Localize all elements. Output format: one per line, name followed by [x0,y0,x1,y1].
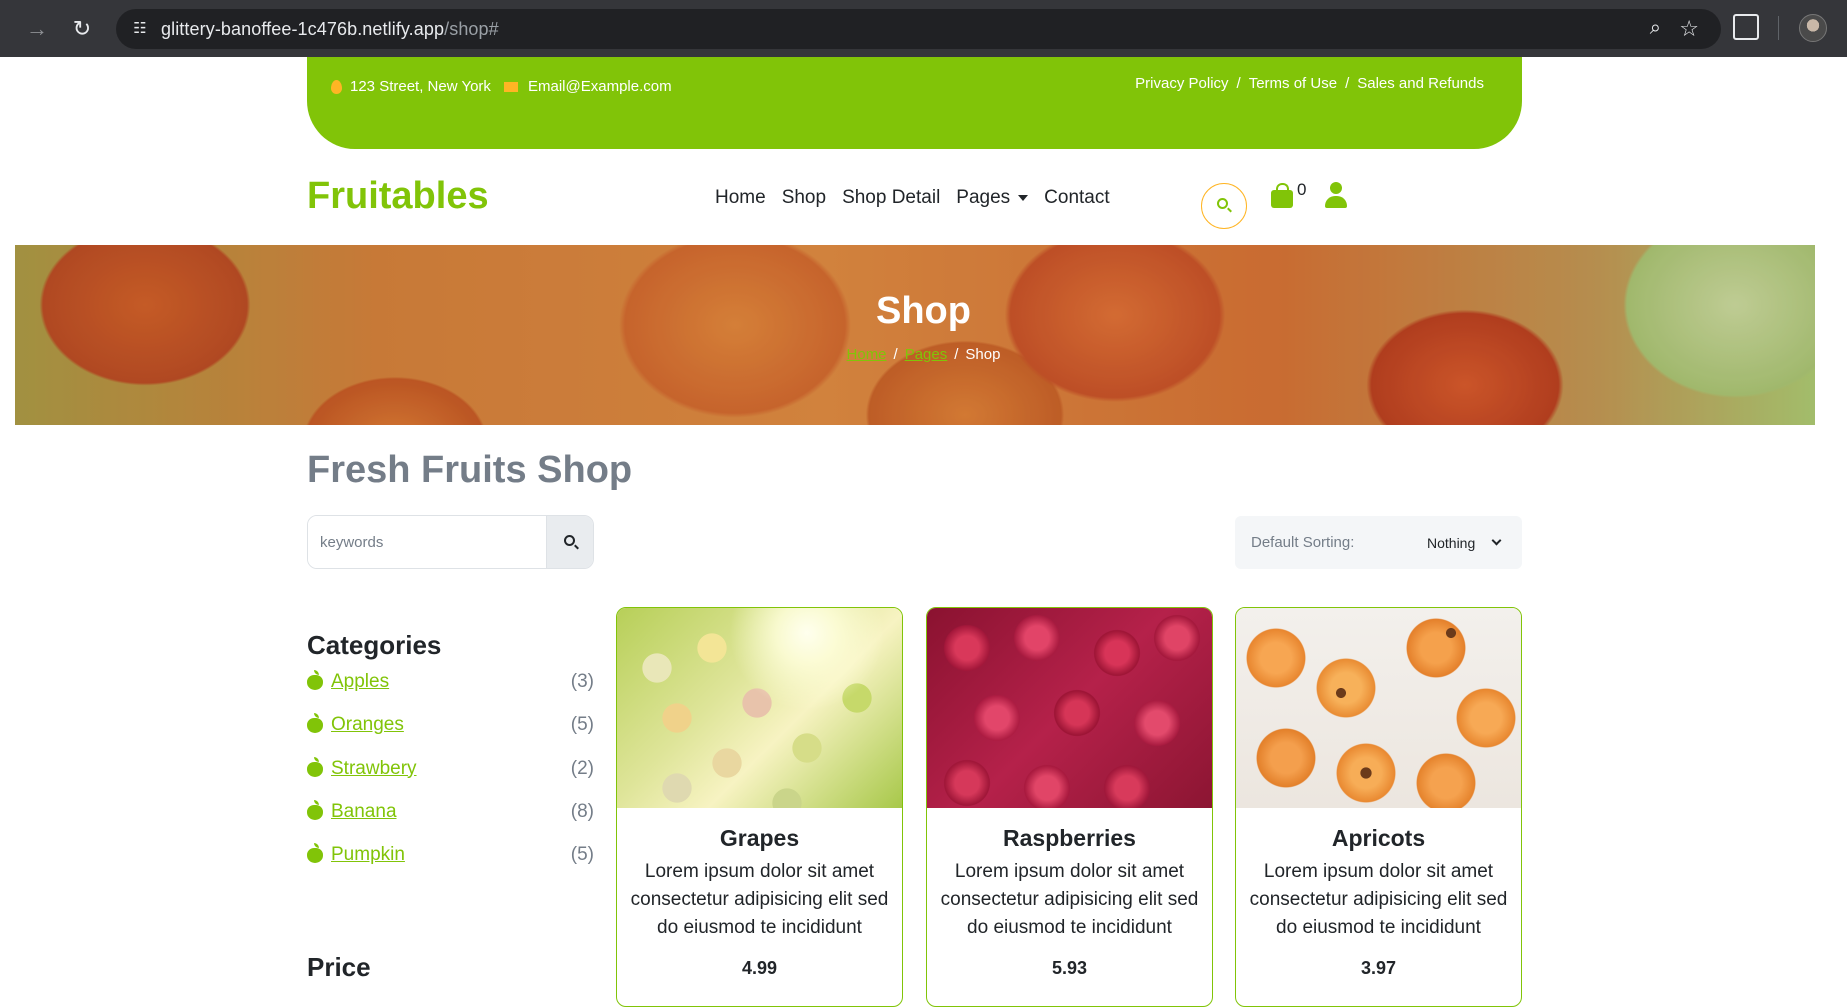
product-price: 4.99 [741,958,778,978]
product-image-grapes[interactable] [617,608,902,808]
apple-icon [307,756,323,777]
search-button[interactable] [1201,183,1247,229]
email-text: Email@Example.com [528,78,672,95]
reload-icon[interactable]: ↻ [67,14,97,44]
product-description: Lorem ipsum dolor sit amet consectetur a… [630,861,889,938]
breadcrumb-separator: / [893,346,898,363]
product-name: Grapes [719,825,800,851]
browser-toolbar: → ↻ ☷ glittery-banoffee-1c476b.netlify.a… [0,0,1847,57]
category-link[interactable]: Oranges [331,714,404,736]
profile-avatar[interactable] [1799,14,1827,42]
category-item-oranges: Oranges (5) [307,713,594,757]
category-count: (3) [570,671,594,692]
nav-pages-dropdown[interactable]: Pages [956,187,1029,209]
breadcrumb-home[interactable]: Home [847,346,887,363]
breadcrumb-pages[interactable]: Pages [905,346,948,363]
address-bar[interactable]: ☷ glittery-banoffee-1c476b.netlify.app/s… [116,9,1721,49]
keyword-search-input[interactable] [308,516,548,568]
address-text: 123 Street, New York [350,78,491,95]
nav-pages-label: Pages [956,187,1011,208]
category-count: (8) [570,800,594,822]
breadcrumb-separator: / [954,346,959,363]
chevron-down-icon [1491,535,1502,546]
envelope-icon [504,81,518,92]
zoom-icon[interactable]: ⌕ [1650,17,1661,40]
categories-heading: Categories [307,630,442,660]
cart-count: 0 [1297,180,1307,199]
category-link[interactable]: Apples [331,671,389,693]
breadcrumb: Home / Pages / Shop [0,346,1847,363]
search-icon [1217,198,1228,209]
category-link[interactable]: Pumpkin [331,844,405,866]
category-item-banana: Banana (8) [307,799,594,844]
link-separator: / [1345,75,1350,92]
privacy-policy-link[interactable]: Privacy Policy [1135,75,1228,92]
apple-icon [307,713,323,734]
nav-contact[interactable]: Contact [1044,187,1109,209]
category-link[interactable]: Strawbery [331,758,417,780]
user-icon-head [1330,182,1342,194]
category-item-pumpkin: Pumpkin (5) [307,843,594,887]
product-description: Lorem ipsum dolor sit amet consectetur a… [940,861,1199,938]
forward-arrow-icon[interactable]: → [22,14,52,44]
nav-home[interactable]: Home [715,187,766,209]
nav-shop-detail[interactable]: Shop Detail [842,187,940,209]
search-icon [564,535,575,546]
map-pin-icon [331,79,342,94]
price-heading: Price [307,952,371,982]
url-text: glittery-banoffee-1c476b.netlify.app/sho… [161,19,499,39]
apple-icon [307,799,323,820]
sorting-select[interactable]: Default Sorting: Nothing [1235,516,1522,569]
category-item-apples: Apples (3) [307,670,594,714]
product-image-apricots[interactable] [1236,608,1521,808]
category-count: (2) [570,757,594,779]
breadcrumb-current: Shop [965,346,1001,363]
hero-title: Shop [876,290,971,332]
bookmark-star-icon[interactable]: ☆ [1679,16,1699,42]
user-icon[interactable] [1324,182,1348,210]
caret-down-icon [1018,194,1029,201]
topbar-links: Privacy Policy / Terms of Use / Sales an… [1135,75,1484,92]
sales-refunds-link[interactable]: Sales and Refunds [1357,75,1484,92]
product-name: Raspberries [1003,825,1136,851]
main-nav: Home Shop Shop Detail Pages Contact [715,187,1110,209]
site-info-icon[interactable]: ☷ [130,19,150,39]
product-card[interactable]: Raspberries Lorem ipsum dolor sit amet c… [926,607,1213,1007]
category-link[interactable]: Banana [331,801,397,823]
category-count: (5) [570,714,594,736]
brand-logo[interactable]: Fruitables [307,175,489,218]
terms-of-use-link[interactable]: Terms of Use [1249,75,1337,92]
apple-icon [307,670,323,690]
product-image-raspberries[interactable] [927,608,1212,808]
hero-banner-image [15,245,1815,425]
toolbar-divider [1778,16,1779,40]
user-icon-body [1325,196,1347,208]
apple-icon [307,843,323,864]
product-price: 3.97 [1360,958,1397,978]
topbar-email: Email@Example.com [504,78,672,95]
shopping-bag-icon[interactable] [1271,183,1293,208]
link-separator: / [1236,75,1241,92]
product-card[interactable]: Grapes Lorem ipsum dolor sit amet consec… [616,607,903,1007]
sorting-label: Default Sorting: [1251,534,1355,551]
sorting-value[interactable]: Nothing [1427,535,1475,551]
category-count: (5) [570,844,594,866]
category-item-strawbery: Strawbery (2) [307,756,594,801]
extensions-icon[interactable] [1733,14,1759,40]
nav-shop[interactable]: Shop [782,187,826,209]
top-info-bar: 123 Street, New York Email@Example.com P… [307,57,1522,149]
page-title: Fresh Fruits Shop [307,449,633,491]
keyword-search [307,515,594,569]
product-name: Apricots [1331,825,1426,851]
category-list: Apples (3) Oranges (5) Strawbery (2) Ban… [307,670,594,887]
product-price: 5.93 [1051,958,1088,978]
product-description: Lorem ipsum dolor sit amet consectetur a… [1249,861,1508,938]
product-card[interactable]: Apricots Lorem ipsum dolor sit amet cons… [1235,607,1522,1007]
keyword-search-button[interactable] [546,516,593,568]
topbar-address: 123 Street, New York [331,78,491,95]
